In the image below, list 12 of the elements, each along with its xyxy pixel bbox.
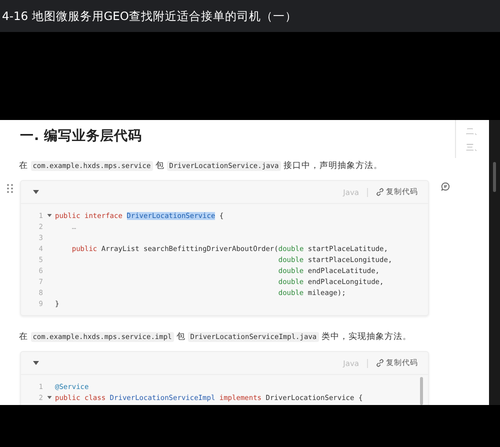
- scrollbar[interactable]: [493, 162, 496, 192]
- comment-icon[interactable]: [441, 182, 450, 191]
- scrollbar[interactable]: [420, 377, 423, 405]
- caret-icon[interactable]: [33, 361, 39, 365]
- section-heading: 一. 编写业务层代码: [20, 127, 143, 145]
- fold-caret-icon[interactable]: [46, 214, 52, 217]
- link-icon: [376, 188, 384, 196]
- fold-caret-icon[interactable]: [46, 396, 52, 399]
- link-icon: [376, 359, 384, 367]
- caret-icon[interactable]: [33, 190, 39, 194]
- drag-handle-icon[interactable]: [7, 184, 13, 193]
- video-title: 4-16 地图微服务用GEO查找附近适合接单的司机（一）: [2, 8, 297, 24]
